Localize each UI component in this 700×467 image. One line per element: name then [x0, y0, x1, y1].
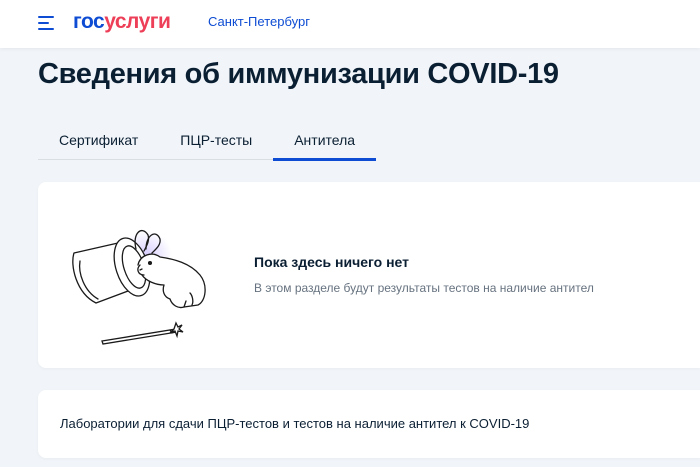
- tab-certificate[interactable]: Сертификат: [38, 126, 159, 159]
- magic-hat-rabbit-illustration: [72, 230, 206, 345]
- tabs-bar: Сертификат ПЦР-тесты Антитела: [38, 126, 377, 161]
- region-selector[interactable]: Санкт-Петербург: [208, 14, 310, 29]
- logo-part-gos: гос: [73, 10, 105, 33]
- top-header: госуслуги Санкт-Петербург: [0, 0, 700, 48]
- tab-pcr-tests[interactable]: ПЦР-тесты: [159, 126, 273, 159]
- empty-state-title: Пока здесь ничего нет: [254, 254, 410, 270]
- logo-part-uslugi: услуги: [104, 10, 171, 33]
- empty-state-description: В этом разделе будут результаты тестов н…: [254, 281, 594, 295]
- menu-icon[interactable]: [38, 13, 56, 33]
- tab-antibodies[interactable]: Антитела: [273, 126, 377, 161]
- magic-wand-icon: [101, 321, 184, 345]
- labs-link-text[interactable]: Лаборатории для сдачи ПЦР-тестов и тесто…: [60, 416, 529, 431]
- gosuslugi-logo[interactable]: госуслуги: [73, 10, 171, 34]
- page-title: Сведения об иммунизации COVID-19: [38, 58, 559, 90]
